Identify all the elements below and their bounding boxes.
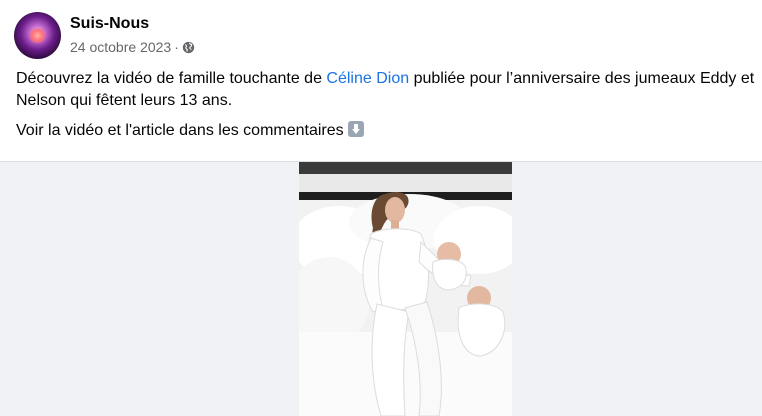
post-photo[interactable] bbox=[299, 162, 512, 416]
post-message: Découvrez la vidéo de famille touchante … bbox=[16, 68, 756, 142]
author-name[interactable]: Suis-Nous bbox=[70, 14, 195, 34]
post-message-paragraph-2: Voir la vidéo et l'article dans les comm… bbox=[16, 120, 756, 142]
mention-link[interactable]: Céline Dion bbox=[326, 70, 409, 87]
facebook-post: Suis-Nous 24 octobre 2023 · Découvrez la… bbox=[0, 0, 762, 416]
down-arrow-emoji-icon bbox=[347, 121, 364, 137]
post-header: Suis-Nous 24 octobre 2023 · bbox=[14, 11, 195, 59]
globe-icon[interactable] bbox=[182, 41, 195, 54]
photo-illustration bbox=[299, 162, 512, 416]
page-avatar[interactable] bbox=[14, 11, 61, 59]
message-text-start: Découvrez la vidéo de famille touchante … bbox=[16, 70, 327, 87]
post-dateline: 24 octobre 2023 · bbox=[70, 38, 195, 56]
separator-dot: · bbox=[174, 39, 179, 55]
post-message-paragraph: Découvrez la vidéo de famille touchante … bbox=[16, 68, 756, 112]
post-meta: Suis-Nous 24 octobre 2023 · bbox=[70, 14, 195, 56]
comments-hint-text: Voir la vidéo et l'article dans les comm… bbox=[16, 122, 344, 139]
post-date[interactable]: 24 octobre 2023 bbox=[70, 38, 171, 56]
post-media bbox=[0, 161, 762, 416]
